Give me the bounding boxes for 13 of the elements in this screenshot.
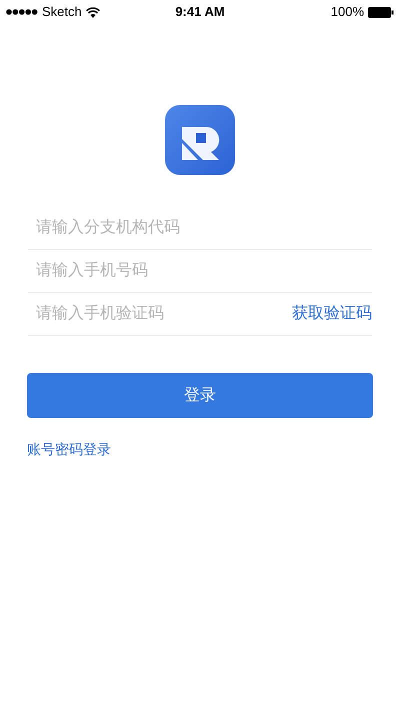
battery-icon	[368, 6, 394, 18]
password-login-link[interactable]: 账号密码登录	[27, 441, 111, 457]
signal-icon	[6, 9, 38, 15]
carrier-name: Sketch	[42, 3, 82, 22]
get-code-button[interactable]: 获取验证码	[292, 302, 372, 326]
login-button[interactable]: 登录	[27, 373, 373, 418]
status-time: 9:41 AM	[175, 3, 225, 22]
battery-percent: 100%	[330, 3, 364, 22]
text-input-field[interactable]: 请输入手机号码	[28, 250, 372, 292]
text-input-field[interactable]: 请输入分支机构代码	[28, 207, 372, 249]
wifi-icon	[86, 6, 100, 18]
app-logo-icon	[165, 105, 235, 175]
text-input-field[interactable]: 请输入手机验证码	[28, 293, 292, 335]
